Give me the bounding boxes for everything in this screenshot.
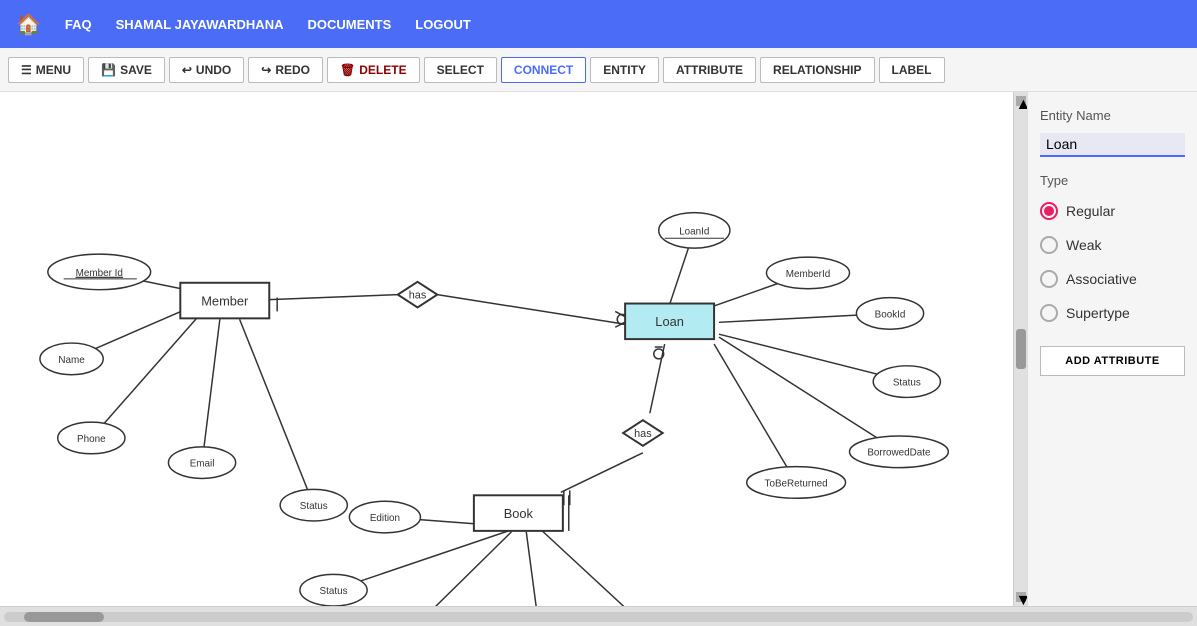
svg-text:BorrowedDate: BorrowedDate (867, 448, 931, 459)
svg-text:Phone: Phone (77, 434, 106, 445)
canvas-area[interactable]: Member Loan Book has has Member Id (0, 92, 1013, 606)
svg-text:Book: Book (504, 506, 534, 521)
er-diagram: Member Loan Book has has Member Id (0, 92, 1013, 606)
toolbar: ☰ MENU 💾 SAVE ↩ UNDO ↪ REDO 🗑 DELETE SEL… (0, 48, 1197, 92)
type-regular-option[interactable]: Regular (1040, 202, 1185, 220)
svg-text:has: has (634, 428, 652, 440)
navbar: 🏠 FAQ SHAMAL JAYAWARDHANA DOCUMENTS LOGO… (0, 0, 1197, 48)
scrollbar-track[interactable] (4, 612, 1193, 622)
svg-text:has: has (409, 290, 427, 302)
undo-button[interactable]: ↩ UNDO (169, 57, 244, 83)
regular-radio[interactable] (1040, 202, 1058, 220)
svg-text:Name: Name (58, 355, 85, 366)
relationship-button[interactable]: RELATIONSHIP (760, 57, 874, 83)
type-weak-option[interactable]: Weak (1040, 236, 1185, 254)
weak-radio[interactable] (1040, 236, 1058, 254)
scrollbar-thumb[interactable] (24, 612, 104, 622)
delete-button[interactable]: 🗑 DELETE (327, 57, 420, 83)
regular-label: Regular (1066, 203, 1115, 219)
svg-text:Member: Member (201, 294, 249, 309)
right-panel: Entity Name Type Regular Weak Associativ… (1027, 92, 1197, 606)
label-button[interactable]: LABEL (879, 57, 945, 83)
weak-label: Weak (1066, 237, 1102, 253)
attribute-button[interactable]: ATTRIBUTE (663, 57, 756, 83)
svg-text:Member Id: Member Id (76, 268, 123, 279)
save-button[interactable]: 💾 SAVE (88, 57, 165, 83)
svg-text:Loan: Loan (655, 314, 684, 329)
associative-radio[interactable] (1040, 270, 1058, 288)
svg-text:Status: Status (320, 586, 348, 597)
vertical-scrollbar[interactable]: ▲ ▼ (1013, 92, 1027, 606)
svg-text:BookId: BookId (875, 309, 906, 320)
main-layout: Member Loan Book has has Member Id (0, 92, 1197, 606)
redo-button[interactable]: ↪ REDO (248, 57, 323, 83)
faq-link[interactable]: FAQ (65, 17, 92, 32)
select-button[interactable]: SELECT (424, 57, 497, 83)
svg-text:LoanId: LoanId (679, 226, 709, 237)
documents-link[interactable]: DOCUMENTS (307, 17, 391, 32)
entity-button[interactable]: ENTITY (590, 57, 659, 83)
svg-text:Edition: Edition (370, 513, 400, 524)
svg-text:Status: Status (893, 378, 921, 389)
type-associative-option[interactable]: Associative (1040, 270, 1185, 288)
associative-label: Associative (1066, 271, 1137, 287)
entity-name-label: Entity Name (1040, 108, 1185, 123)
svg-text:ToBeReturned: ToBeReturned (765, 478, 828, 489)
supertype-label: Supertype (1066, 305, 1130, 321)
logout-link[interactable]: LOGOUT (415, 17, 471, 32)
connect-button[interactable]: CONNECT (501, 57, 586, 83)
menu-button[interactable]: ☰ MENU (8, 57, 84, 83)
svg-text:MemberId: MemberId (786, 269, 830, 280)
type-supertype-option[interactable]: Supertype (1040, 304, 1185, 322)
svg-text:Email: Email (190, 459, 215, 470)
user-link[interactable]: SHAMAL JAYAWARDHANA (116, 17, 284, 32)
entity-name-input[interactable] (1040, 133, 1185, 157)
supertype-radio[interactable] (1040, 304, 1058, 322)
type-label: Type (1040, 173, 1185, 188)
add-attribute-button[interactable]: ADD ATTRIBUTE (1040, 346, 1185, 376)
bottom-scrollbar[interactable] (0, 606, 1197, 626)
svg-text:Status: Status (300, 501, 328, 512)
home-icon[interactable]: 🏠 (16, 12, 41, 37)
